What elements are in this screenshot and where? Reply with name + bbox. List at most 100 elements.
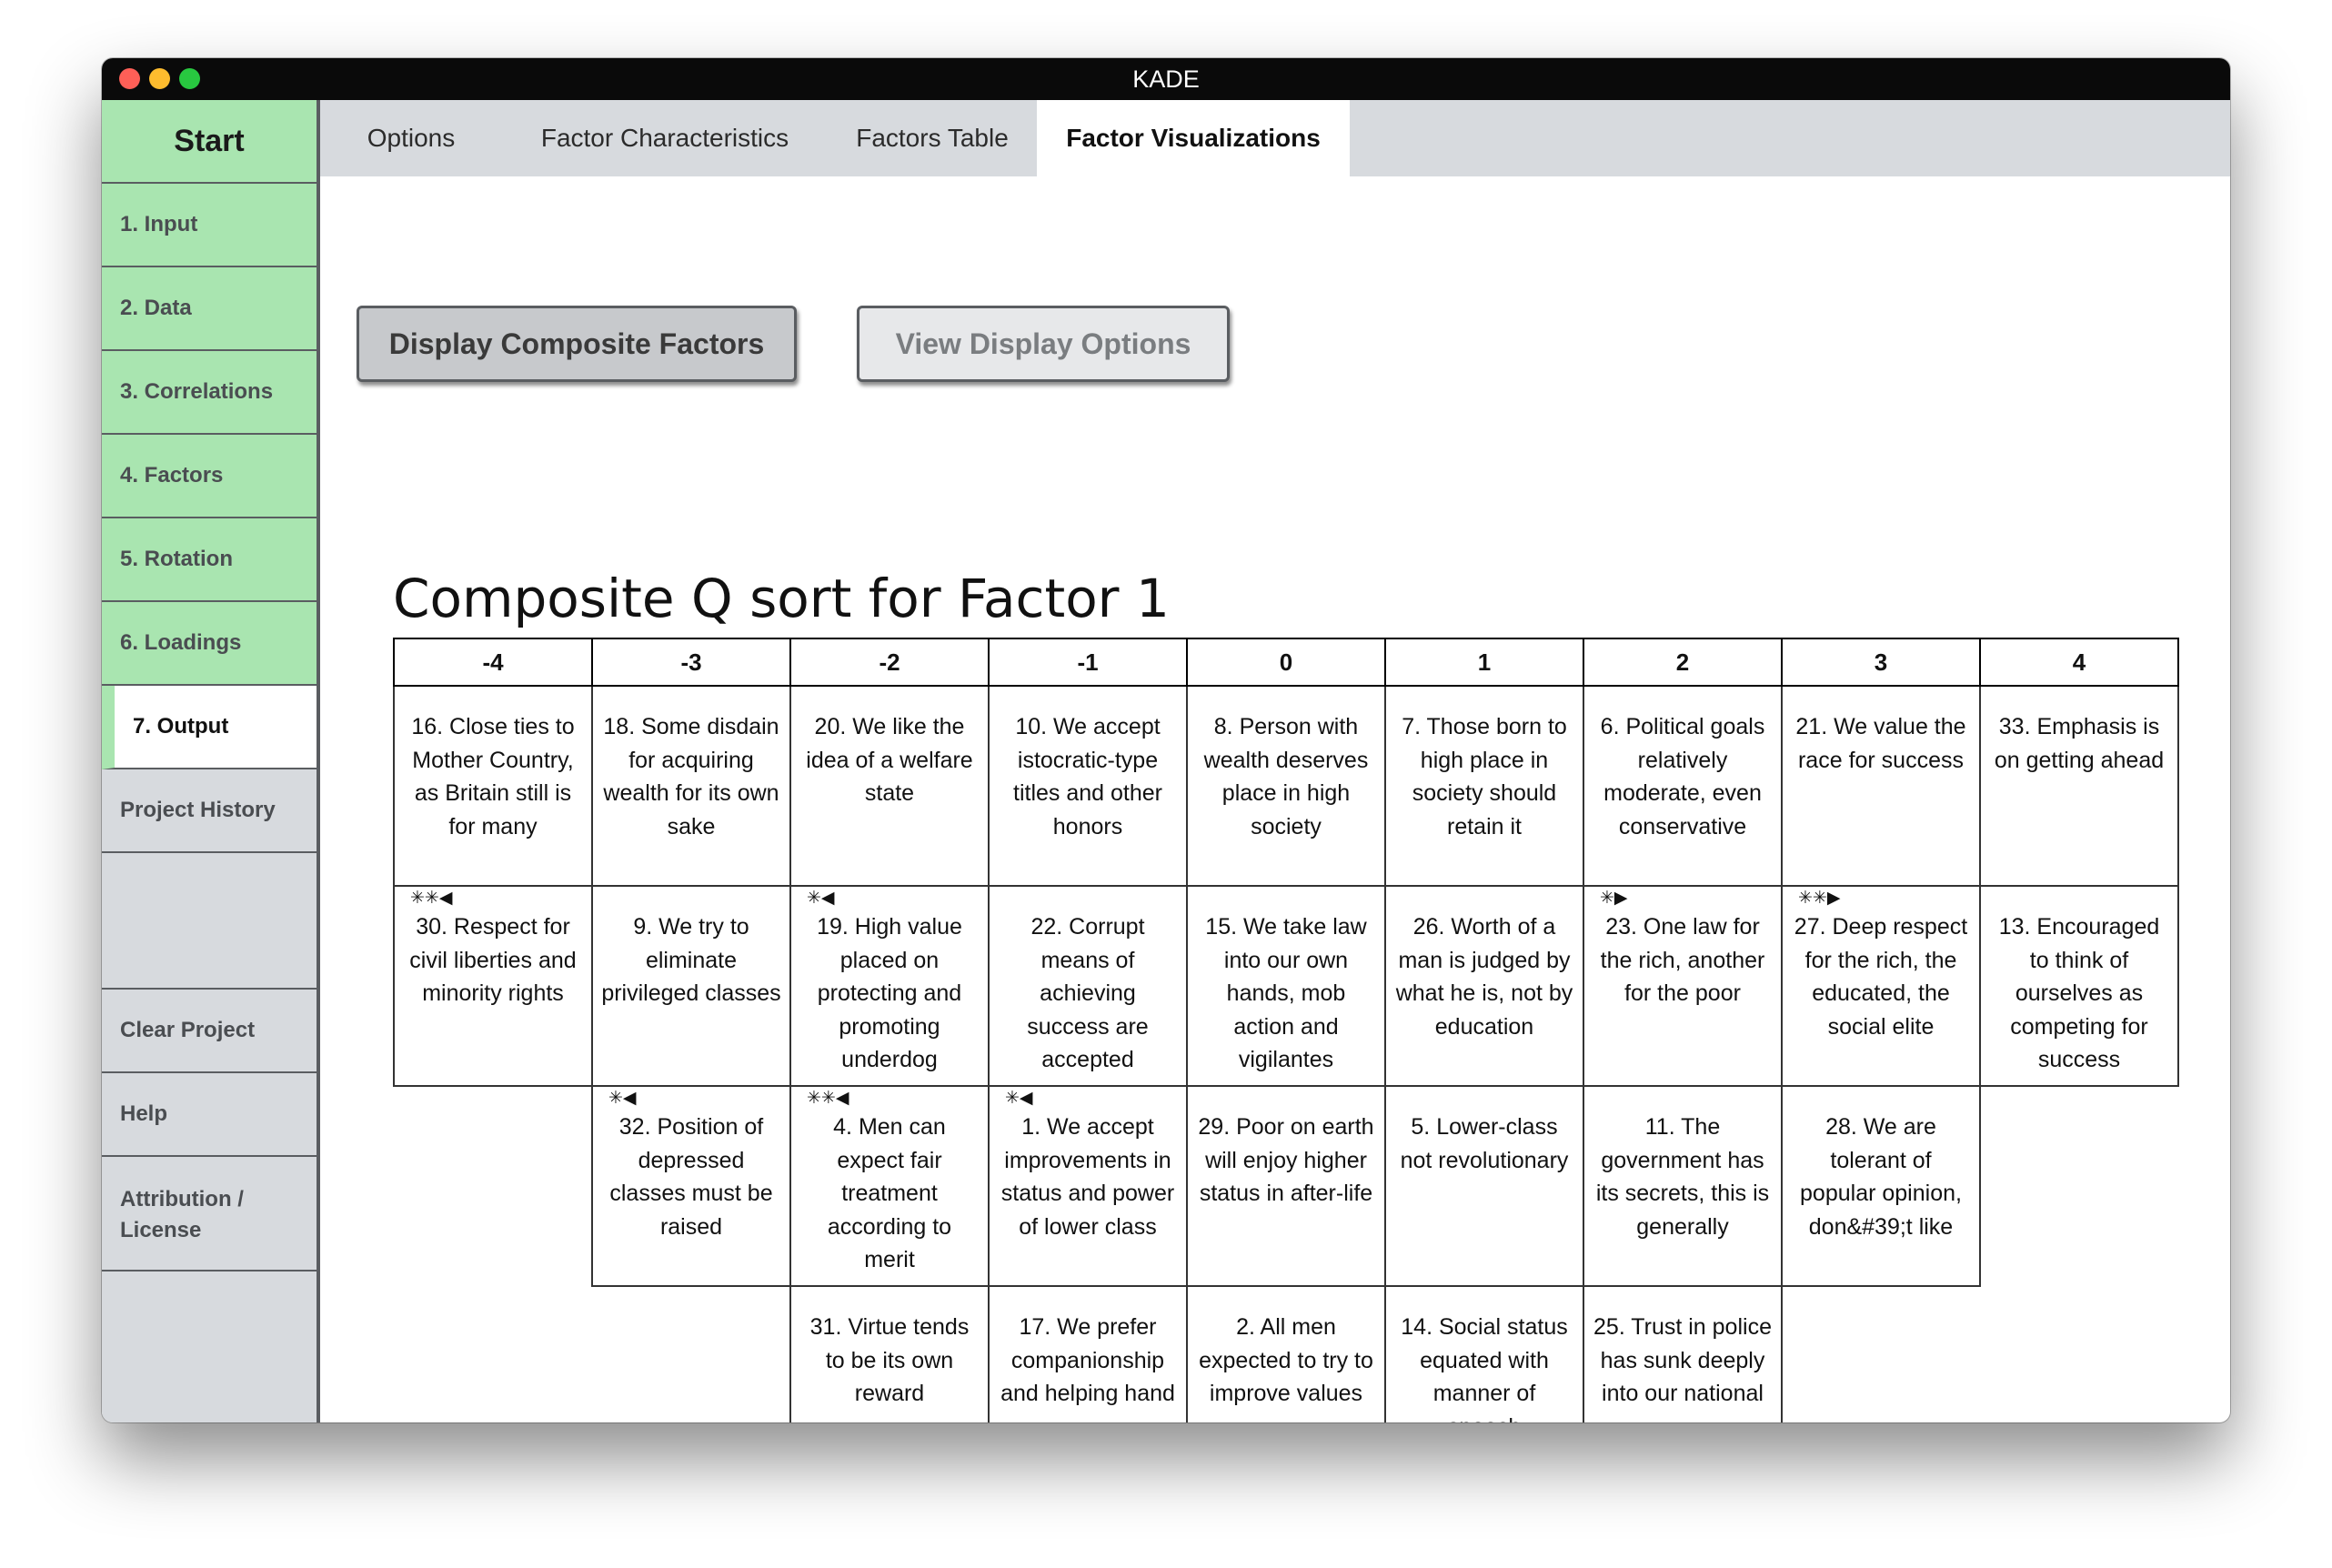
statement-text: 11. The government has its secrets, this…: [1595, 1114, 1770, 1240]
sidebar-item-output[interactable]: 7. Output: [102, 686, 317, 769]
statement-card: 6. Political goals relatively moderate, …: [1584, 687, 1781, 883]
score-header: -2: [789, 638, 990, 687]
statement-cell: 14. Social status equated with manner of…: [1384, 1285, 1584, 1422]
statement-cell: 7. Those born to high place in society s…: [1384, 685, 1584, 887]
empty-cell: [394, 1286, 592, 1422]
sidebar-item-loadings[interactable]: 6. Loadings: [102, 602, 317, 686]
statement-card: 25. Trust in police has sunk deeply into…: [1584, 1287, 1781, 1422]
view-display-options-button[interactable]: View Display Options: [857, 306, 1230, 382]
statement-text: 14. Social status equated with manner of…: [1401, 1314, 1568, 1422]
statement-cell: 10. We accept istocratic-type titles and…: [988, 685, 1188, 887]
statement-cell: 11. The government has its secrets, this…: [1583, 1085, 1783, 1287]
statement-card: ✳✳▶ 27. Deep respect for the rich, the ed…: [1783, 887, 1979, 1083]
distinguishing-marker: ✳✳▶: [1798, 889, 1841, 908]
qsort-row: 31. Virtue tends to be its own reward 17.…: [394, 1285, 2178, 1422]
statement-card: 10. We accept istocratic-type titles and…: [990, 687, 1186, 883]
statement-card: 11. The government has its secrets, this…: [1584, 1087, 1781, 1283]
sidebar: Start 1. Input 2. Data 3. Correlations 4…: [102, 100, 320, 1422]
sidebar-item-data[interactable]: 2. Data: [102, 267, 317, 351]
statement-text: 7. Those born to high place in society s…: [1402, 714, 1567, 839]
sidebar-item-input[interactable]: 1. Input: [102, 184, 317, 267]
composite-qsort-table: -4 -3 -2 -1 0 1 2 3 4 16. Close ties to Mother C…: [393, 638, 2179, 1422]
statement-cell: 22. Corrupt means of achieving success a…: [988, 885, 1188, 1087]
statement-cell: 15. We take law into our own hands, mob …: [1186, 885, 1386, 1087]
statement-card: 28. We are tolerant of popular opinion, …: [1783, 1087, 1979, 1283]
statement-card: 21. We value the race for success: [1783, 687, 1979, 883]
empty-cell: [394, 1086, 592, 1286]
title-bar: KADE: [102, 58, 2230, 100]
statement-cell: 29. Poor on earth will enjoy higher stat…: [1186, 1085, 1386, 1287]
statement-card: 22. Corrupt means of achieving success a…: [990, 887, 1186, 1083]
tab-factor-characteristics[interactable]: Factor Characteristics: [502, 100, 828, 176]
statement-text: 25. Trust in police has sunk deeply into…: [1593, 1314, 1772, 1406]
sidebar-item-attribution[interactable]: Attribution / License: [102, 1157, 317, 1271]
statement-cell: ✳✳◀ 4. Men can expect fair treatment acco…: [789, 1085, 990, 1287]
statement-text: 22. Corrupt means of achieving success a…: [1027, 914, 1149, 1072]
sidebar-item-project-history[interactable]: Project History: [102, 769, 317, 853]
statement-text: 19. High value placed on protecting and …: [817, 914, 962, 1072]
tab-factor-visualizations[interactable]: Factor Visualizations: [1037, 100, 1350, 176]
sidebar-item-factors[interactable]: 4. Factors: [102, 435, 317, 518]
statement-cell: 17. We prefer companionship and helping …: [988, 1285, 1188, 1422]
sidebar-item-correlations[interactable]: 3. Correlations: [102, 351, 317, 435]
statement-text: 6. Political goals relatively moderate, …: [1600, 714, 1765, 839]
tab-options[interactable]: Options: [320, 100, 502, 176]
window-title: KADE: [1132, 65, 1200, 93]
statement-cell: 28. We are tolerant of popular opinion, …: [1781, 1085, 1981, 1287]
statement-card: ✳◀ 19. High value placed on protecting an…: [791, 887, 988, 1083]
statement-text: 8. Person with wealth deserves place in …: [1203, 714, 1369, 839]
display-composite-factors-button[interactable]: Display Composite Factors: [357, 306, 797, 382]
empty-cell: [1980, 1086, 2178, 1286]
statement-text: 30. Respect for civil liberties and mino…: [409, 914, 577, 1006]
zoom-window-icon[interactable]: [179, 68, 200, 89]
statement-card: ✳◀ 32. Position of depressed classes must…: [593, 1087, 789, 1283]
statement-text: 9. We try to eliminate privileged classe…: [601, 914, 781, 1006]
statement-text: 23. One law for the rich, another for th…: [1600, 914, 1765, 1006]
statement-card: 26. Worth of a man is judged by what he …: [1386, 887, 1583, 1083]
close-window-icon[interactable]: [119, 68, 140, 89]
statement-card: 8. Person with wealth deserves place in …: [1188, 687, 1384, 883]
score-header: 2: [1583, 638, 1783, 687]
statement-cell: 2. All men expected to try to improve va…: [1186, 1285, 1386, 1422]
sidebar-item-rotation[interactable]: 5. Rotation: [102, 518, 317, 602]
score-header: -1: [988, 638, 1188, 687]
statement-cell: ✳◀ 19. High value placed on protecting an…: [789, 885, 990, 1087]
statement-cell: ✳✳◀ 30. Respect for civil liberties and m…: [393, 885, 593, 1087]
statement-cell: 6. Political goals relatively moderate, …: [1583, 685, 1783, 887]
app-window: KADE Start 1. Input 2. Data 3. Correlati…: [102, 58, 2230, 1422]
statement-cell: ✳✳▶ 27. Deep respect for the rich, the ed…: [1781, 885, 1981, 1087]
statement-cell: 13. Encouraged to think of ourselves as …: [1979, 885, 2179, 1087]
distinguishing-marker: ✳◀: [1005, 1089, 1033, 1108]
score-header: 0: [1186, 638, 1386, 687]
sidebar-item-clear-project[interactable]: Clear Project: [102, 990, 317, 1073]
statement-text: 4. Men can expect fair treatment accordi…: [827, 1114, 952, 1272]
sidebar-item-help[interactable]: Help: [102, 1073, 317, 1157]
statement-cell: 18. Some disdain for acquiring wealth fo…: [591, 685, 791, 887]
statement-cell: 9. We try to eliminate privileged classe…: [591, 885, 791, 1087]
statement-card: 20. We like the idea of a welfare state: [791, 687, 988, 883]
sidebar-start[interactable]: Start: [102, 100, 317, 184]
statement-card: 7. Those born to high place in society s…: [1386, 687, 1583, 883]
statement-card: ✳◀ 1. We accept improvements in status an…: [990, 1087, 1186, 1283]
statement-cell: 21. We value the race for success: [1781, 685, 1981, 887]
qsort-row: 16. Close ties to Mother Country, as Bri…: [393, 685, 2179, 887]
statement-text: 29. Poor on earth will enjoy higher stat…: [1198, 1114, 1374, 1206]
score-header: 3: [1781, 638, 1981, 687]
qsort-row: ✳◀ 32. Position of depressed classes must…: [394, 1085, 2178, 1287]
statement-card: 2. All men expected to try to improve va…: [1188, 1287, 1384, 1422]
minimize-window-icon[interactable]: [149, 68, 170, 89]
statement-text: 32. Position of depressed classes must b…: [609, 1114, 773, 1240]
statement-text: 28. We are tolerant of popular opinion, …: [1800, 1114, 1962, 1240]
statement-cell: ✳◀ 32. Position of depressed classes must…: [591, 1085, 791, 1287]
empty-cell: [1980, 1286, 2178, 1422]
tab-factors-table[interactable]: Factors Table: [828, 100, 1037, 176]
statement-card: 15. We take law into our own hands, mob …: [1188, 887, 1384, 1083]
statement-text: 33. Emphasis is on getting ahead: [1994, 714, 2165, 773]
qsort-row: ✳✳◀ 30. Respect for civil liberties and m…: [393, 885, 2179, 1087]
statement-cell: 8. Person with wealth deserves place in …: [1186, 685, 1386, 887]
statement-card: 31. Virtue tends to be its own reward: [791, 1287, 988, 1422]
statement-card: 18. Some disdain for acquiring wealth fo…: [593, 687, 789, 883]
statement-text: 27. Deep respect for the rich, the educa…: [1794, 914, 1968, 1040]
distinguishing-marker: ✳✳◀: [410, 889, 453, 908]
statement-cell: 16. Close ties to Mother Country, as Bri…: [393, 685, 593, 887]
